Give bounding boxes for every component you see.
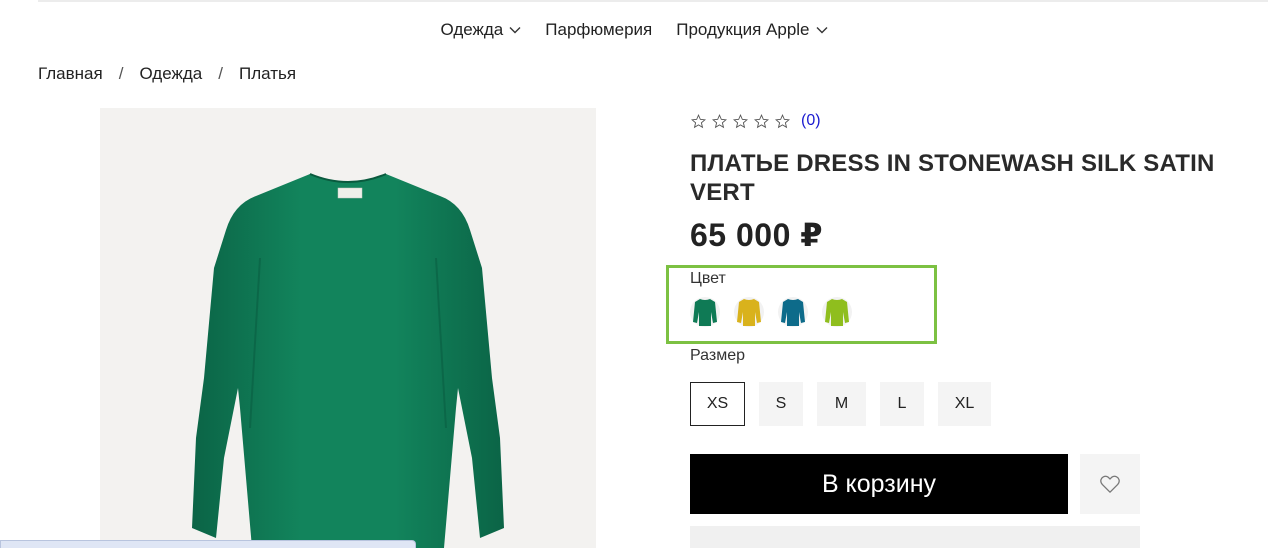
color-swatch-green[interactable] <box>690 294 720 330</box>
breadcrumb-separator: / <box>118 64 124 83</box>
breadcrumb-home[interactable]: Главная <box>38 64 103 84</box>
size-option-xl[interactable]: XL <box>938 382 991 426</box>
breadcrumb: Главная / Одежда / Платья <box>38 64 296 84</box>
nav-item-apple-products[interactable]: Продукция Apple <box>676 18 828 42</box>
heart-icon <box>1100 475 1120 493</box>
color-swatches <box>690 294 852 330</box>
size-option-l[interactable]: L <box>880 382 924 426</box>
size-option-xs[interactable]: XS <box>690 382 745 426</box>
star-outline-icon[interactable] <box>732 113 749 130</box>
product-rating: (0) <box>690 112 821 130</box>
color-swatch-yellow[interactable] <box>734 294 764 330</box>
green-dress-image <box>192 173 504 548</box>
nav-item-label: Парфюмерия <box>545 20 653 39</box>
favorite-button[interactable] <box>1080 454 1140 514</box>
chevron-down-icon <box>509 26 521 34</box>
breadcrumb-dresses: Платья <box>238 64 297 83</box>
color-label: Цвет <box>690 270 726 287</box>
secondary-action-button[interactable] <box>690 526 1140 548</box>
rating-count-link[interactable]: (0) <box>801 112 821 130</box>
breadcrumb-clothing[interactable]: Одежда <box>139 64 202 84</box>
star-outline-icon[interactable] <box>711 113 728 130</box>
chevron-down-icon <box>816 26 828 34</box>
nav-item-label: Одежда <box>440 20 504 39</box>
browser-status-bar <box>0 540 416 548</box>
color-swatch-teal-blue[interactable] <box>778 294 808 330</box>
product-title: ПЛАТЬЕ DRESS IN STONEWASH SILK SATIN VER… <box>690 150 1215 206</box>
size-option-s[interactable]: S <box>759 382 803 426</box>
top-divider <box>38 0 1268 2</box>
nav-item-label: Продукция Apple <box>676 20 810 39</box>
star-outline-icon[interactable] <box>774 113 791 130</box>
size-selector: XS S M L XL <box>690 382 991 426</box>
size-label: Размер <box>690 347 745 364</box>
star-outline-icon[interactable] <box>690 113 707 130</box>
main-nav: Одежда Парфюмерия Продукция Apple <box>0 18 1268 42</box>
size-option-m[interactable]: M <box>817 382 866 426</box>
color-swatch-lime[interactable] <box>822 294 852 330</box>
product-image[interactable] <box>100 108 596 548</box>
product-price: 65 000 ₽ <box>690 217 824 253</box>
add-to-cart-button[interactable]: В корзину <box>690 454 1068 514</box>
breadcrumb-separator: / <box>218 64 223 83</box>
nav-item-clothing[interactable]: Одежда <box>440 18 521 42</box>
nav-item-perfumery[interactable]: Парфюмерия <box>545 18 652 42</box>
star-outline-icon[interactable] <box>753 113 770 130</box>
